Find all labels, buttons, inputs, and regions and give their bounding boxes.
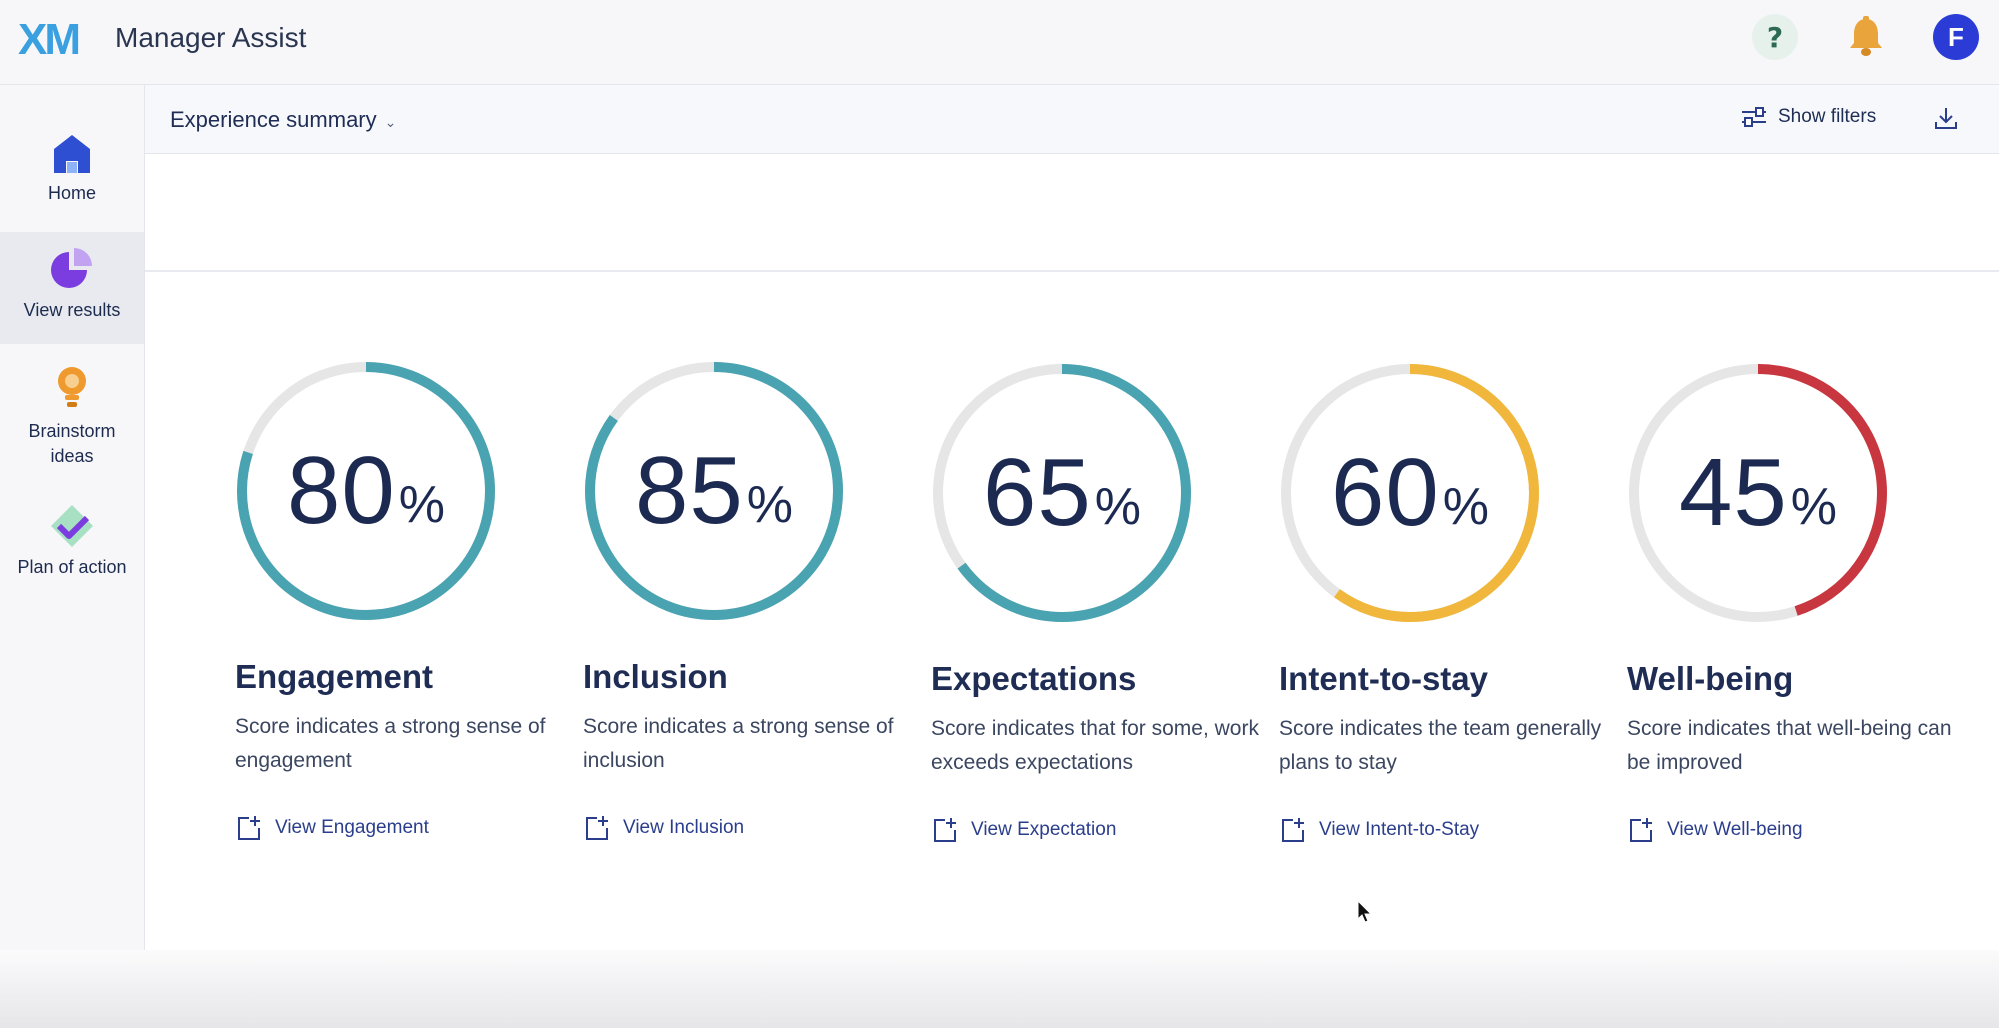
link-label: View Expectation [971, 819, 1117, 840]
score-value: 60% [1279, 362, 1541, 624]
percent-sign: % [1442, 478, 1490, 536]
score-card: 45% Well-being Score indicates that well-b… [1627, 362, 1957, 844]
card-title: Inclusion [583, 658, 728, 695]
view-details-link[interactable]: View Inclusion [583, 814, 913, 842]
score-number: 65 [982, 439, 1092, 546]
percent-sign: % [1094, 478, 1142, 536]
open-add-icon [238, 816, 260, 840]
dropdown-label: Experience summary [170, 107, 377, 132]
score-card: 60% Intent-to-stay Score indicates the tea… [1279, 362, 1609, 844]
sidebar: Home View results Brainstorm ideas Plan … [0, 85, 145, 1028]
sidebar-item-label: Plan of action [17, 557, 127, 577]
pie-chart-icon [51, 248, 92, 288]
score-number: 85 [634, 437, 744, 544]
diamond-check-icon [51, 505, 93, 547]
user-avatar[interactable]: F [1933, 14, 1979, 60]
main-content: Experience summary ⌄ Show filters 80% Enga… [145, 85, 1999, 1028]
experience-summary-dropdown[interactable]: Experience summary ⌄ [170, 107, 396, 133]
score-number: 80 [286, 437, 396, 544]
score-number: 45 [1678, 439, 1788, 546]
score-ring: 65% [931, 362, 1193, 624]
card-title: Expectations [931, 660, 1137, 697]
lightbulb-icon [58, 367, 86, 407]
link-label: View Well-being [1667, 819, 1803, 840]
score-ring: 80% [235, 360, 497, 622]
sidebar-item-label: Home [47, 183, 96, 203]
top-bar: XM Manager Assist ? F [0, 0, 1999, 85]
chevron-down-icon: ⌄ [384, 114, 397, 130]
app-title: Manager Assist [115, 22, 307, 53]
sidebar-item-brainstorm[interactable]: Brainstorm ideas [0, 365, 144, 469]
filter-sliders-icon [1742, 107, 1766, 127]
card-title: Well-being [1627, 660, 1794, 697]
card-description: Score indicates that well-being can be i… [1627, 717, 1952, 774]
open-add-icon [1282, 818, 1304, 842]
open-add-icon [1630, 818, 1652, 842]
card-description: Score indicates the team generally plans… [1279, 717, 1602, 774]
link-label: View Inclusion [623, 817, 745, 838]
score-number: 60 [1330, 439, 1440, 546]
card-description: Score indicates that for some, work exce… [931, 717, 1259, 774]
card-title: Engagement [235, 658, 434, 695]
open-add-icon [586, 816, 608, 840]
view-details-link[interactable]: View Expectation [931, 816, 1261, 844]
mouse-cursor-icon [1357, 900, 1373, 923]
help-icon[interactable]: ? [1752, 14, 1798, 60]
link-label: View Intent-to-Stay [1319, 819, 1480, 840]
card-title: Intent-to-stay [1279, 660, 1488, 697]
subheader: Experience summary ⌄ Show filters [145, 85, 1999, 154]
bottom-fade [0, 950, 1999, 1028]
score-value: 65% [931, 362, 1193, 624]
show-filters-label: Show filters [1778, 106, 1877, 127]
sidebar-item-label: View results [23, 300, 121, 320]
sidebar-item-home[interactable]: Home [0, 133, 144, 204]
home-icon [54, 135, 90, 173]
percent-sign: % [1790, 478, 1838, 536]
percent-sign: % [398, 476, 446, 534]
sidebar-item-view-results[interactable]: View results [0, 232, 144, 344]
score-ring: 85% [583, 360, 845, 622]
view-details-link[interactable]: View Engagement [235, 814, 565, 842]
percent-sign: % [746, 476, 794, 534]
score-card: 80% Engagement Score indicates a strong se… [235, 360, 565, 842]
notification-bell-icon[interactable] [1843, 14, 1889, 60]
card-description: Score indicates a strong sense of engage… [235, 715, 546, 772]
score-card: 85% Inclusion Score indicates a strong sen… [583, 360, 913, 842]
view-details-link[interactable]: View Intent-to-Stay [1279, 816, 1609, 844]
blank-band [145, 154, 1999, 272]
score-ring: 60% [1279, 362, 1541, 624]
score-card: 65% Expectations Score indicates that for … [931, 362, 1261, 844]
sidebar-item-plan-of-action[interactable]: Plan of action [0, 503, 144, 578]
score-value: 85% [583, 360, 845, 622]
open-add-icon [934, 818, 956, 842]
download-icon[interactable] [1933, 105, 1959, 136]
card-description: Score indicates a strong sense of inclus… [583, 715, 894, 772]
xm-logo[interactable]: XM [18, 14, 88, 62]
link-label: View Engagement [275, 817, 429, 838]
view-details-link[interactable]: View Well-being [1627, 816, 1957, 844]
svg-text:XM: XM [18, 15, 78, 62]
show-filters-button[interactable]: Show filters [1740, 105, 1876, 129]
score-value: 80% [235, 360, 497, 622]
sidebar-item-label: Brainstorm ideas [28, 421, 116, 466]
score-value: 45% [1627, 362, 1889, 624]
score-ring: 45% [1627, 362, 1889, 624]
